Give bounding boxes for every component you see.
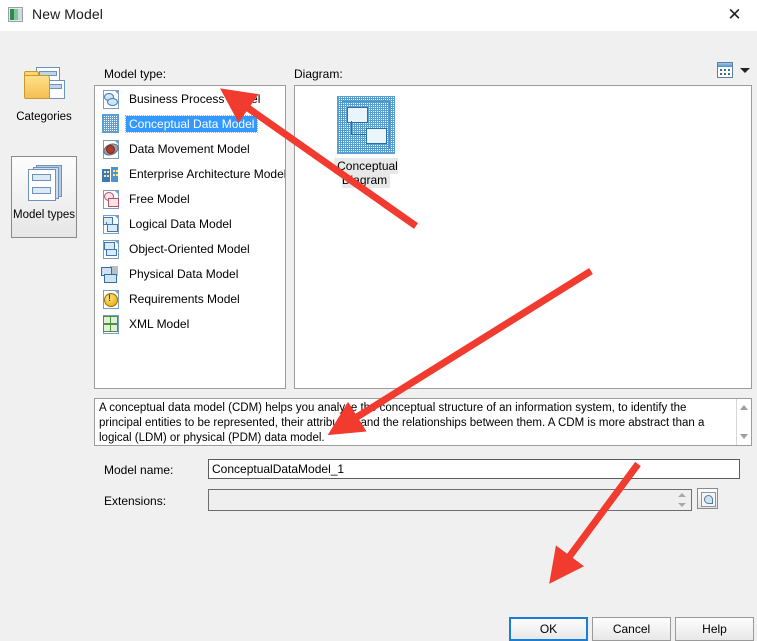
cancel-button[interactable]: Cancel [592, 617, 671, 641]
folder-documents-icon [22, 63, 66, 107]
extensions-stepper[interactable] [675, 492, 689, 508]
list-item-label: Physical Data Model [129, 266, 239, 281]
business-process-model-icon [101, 89, 119, 109]
model-name-label: Model name: [104, 463, 174, 477]
title-bar: New Model ✕ [0, 0, 757, 31]
list-item[interactable]: Physical Data Model [95, 261, 285, 286]
list-item-label: Business Process Model [129, 91, 261, 106]
rail-item-model-types[interactable]: Model types [11, 156, 77, 238]
rail-item-label: Model types [12, 209, 75, 221]
list-item[interactable]: Free Model [95, 186, 285, 211]
stepper-up-icon[interactable] [678, 493, 686, 497]
list-item[interactable]: Logical Data Model [95, 211, 285, 236]
list-item-label: Data Movement Model [129, 141, 250, 156]
list-item-label: XML Model [129, 316, 190, 331]
description-panel: A conceptual data model (CDM) helps you … [94, 398, 752, 446]
object-oriented-model-icon [101, 239, 119, 259]
description-text: A conceptual data model (CDM) helps you … [99, 402, 705, 444]
enterprise-architecture-model-icon [101, 164, 119, 183]
list-item-label: Free Model [129, 191, 190, 206]
list-item[interactable]: ! Requirements Model [95, 286, 285, 311]
conceptual-diagram-icon [337, 96, 395, 154]
scroll-down-icon[interactable] [740, 434, 748, 439]
document-stack-icon [22, 161, 66, 205]
model-type-label: Model type: [104, 67, 167, 81]
diagram-panel[interactable]: Conceptual Diagram [294, 85, 752, 389]
extensions-input[interactable] [208, 489, 692, 511]
browse-extensions-icon[interactable] [697, 488, 718, 509]
stepper-down-icon[interactable] [678, 503, 686, 507]
requirements-model-icon: ! [101, 289, 119, 309]
ok-button[interactable]: OK [509, 617, 588, 641]
window-title: New Model [32, 6, 103, 22]
list-item[interactable]: Data Movement Model [95, 136, 285, 161]
close-icon[interactable]: ✕ [712, 0, 757, 31]
list-item-label: Conceptual Data Model [124, 114, 259, 133]
model-name-input[interactable] [208, 459, 740, 479]
list-item-label: Object-Oriented Model [129, 241, 250, 256]
list-item[interactable]: XML Model [95, 311, 285, 336]
diagram-item-label: Conceptual Diagram [311, 158, 421, 188]
xml-model-icon [101, 314, 119, 334]
diagram-item-conceptual[interactable]: Conceptual Diagram [311, 96, 421, 188]
data-movement-model-icon [101, 139, 121, 159]
diagram-label: Diagram: [294, 67, 343, 81]
conceptual-data-model-icon [101, 114, 119, 133]
left-rail: Categories Model types [0, 31, 88, 615]
logical-data-model-icon [101, 214, 119, 234]
list-item[interactable]: Object-Oriented Model [95, 236, 285, 261]
app-window-icon [8, 7, 23, 22]
rail-item-label: Categories [16, 111, 72, 123]
help-button[interactable]: Help [675, 617, 754, 641]
free-model-icon [101, 189, 119, 209]
list-item-label: Enterprise Architecture Model [129, 166, 286, 181]
physical-data-model-icon [101, 264, 119, 283]
dialog-body: Categories Model types Model type: Busin… [0, 31, 757, 641]
list-item[interactable]: Business Process Model [95, 86, 285, 111]
chevron-down-icon[interactable] [740, 68, 750, 73]
list-item-label: Logical Data Model [129, 216, 232, 231]
grid-view-icon[interactable] [717, 62, 733, 78]
extensions-label: Extensions: [104, 494, 167, 508]
list-item-selected[interactable]: Conceptual Data Model [95, 111, 285, 136]
diagram-item-label-text: Conceptual Diagram [334, 158, 398, 188]
list-item-label: Requirements Model [129, 291, 240, 306]
rail-item-categories[interactable]: Categories [11, 59, 77, 141]
list-item[interactable]: Enterprise Architecture Model [95, 161, 285, 186]
scroll-up-icon[interactable] [740, 405, 748, 410]
model-type-list[interactable]: Business Process Model Conceptual Data M… [94, 85, 286, 389]
description-scrollbar[interactable] [736, 399, 751, 445]
